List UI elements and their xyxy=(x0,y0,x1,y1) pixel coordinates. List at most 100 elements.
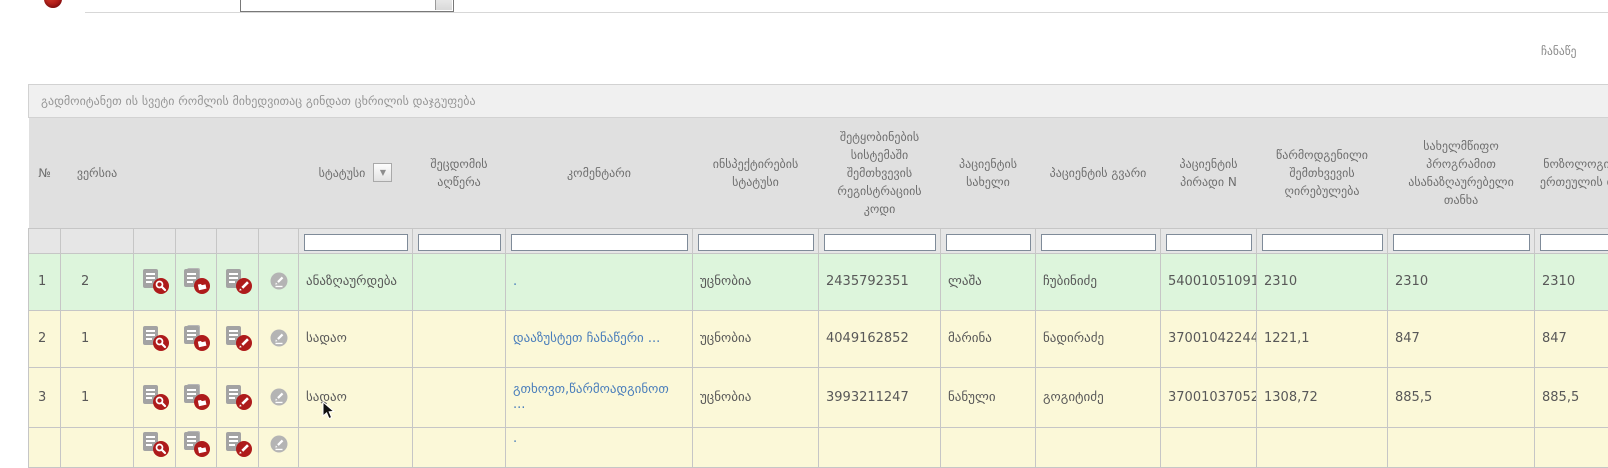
document-edit-icon xyxy=(223,268,253,295)
view-details-button[interactable] xyxy=(134,427,176,467)
cell-num: 2 xyxy=(29,310,61,367)
cell-comment: გთხოვთ,წარმოადგინოთ ... xyxy=(506,367,693,427)
cell-state-amount xyxy=(1388,427,1535,467)
grouping-drop-zone[interactable]: გადმოიტანეთ ის სვეტი რომლის მიხედვითაც გ… xyxy=(28,84,1608,118)
cell-comment: . xyxy=(506,427,693,467)
document-versions-icon xyxy=(181,384,211,411)
edit-disabled-icon xyxy=(264,325,294,352)
cell-unit-price: 885,5 xyxy=(1535,367,1608,427)
comment-link[interactable]: გთხოვთ,წარმოადგინოთ ... xyxy=(513,382,669,412)
cell-inspection-status xyxy=(693,427,819,467)
cell-registration-code: 4049162852 xyxy=(819,310,941,367)
filter-registration-code-input[interactable] xyxy=(824,234,936,251)
cases-table: № ვერსია სტატუსი ▼ შეცდომის აღწერა კომენ… xyxy=(28,118,1608,468)
filter-state-amount-input[interactable] xyxy=(1393,234,1530,251)
cell-version: 2 xyxy=(61,253,134,310)
cell-version: 1 xyxy=(61,367,134,427)
filter-error-description-input[interactable] xyxy=(418,234,501,251)
document-edit-icon xyxy=(223,325,253,352)
cell-error-description xyxy=(413,427,506,467)
cell-case-value xyxy=(1257,427,1388,467)
cell-registration-code: 2435792351 xyxy=(819,253,941,310)
col-header-num[interactable]: № xyxy=(29,118,61,228)
col-header-action4 xyxy=(259,118,299,228)
cell-case-value: 1308,72 xyxy=(1257,367,1388,427)
document-versions-icon xyxy=(181,268,211,295)
table-row: 2 1 xyxy=(29,310,1608,367)
top-combobox[interactable] xyxy=(240,0,454,12)
col-header-comment[interactable]: კომენტარი xyxy=(506,118,693,228)
filter-last-name-input[interactable] xyxy=(1041,234,1156,251)
comment-link[interactable]: . xyxy=(513,274,517,289)
col-header-action1 xyxy=(134,118,176,228)
table-row: 3 1 xyxy=(29,367,1608,427)
cell-status xyxy=(299,427,413,467)
document-versions-icon xyxy=(181,431,211,458)
col-header-error-description[interactable]: შეცდომის აღწერა xyxy=(413,118,506,228)
document-search-icon xyxy=(140,431,170,458)
edit-disabled-button xyxy=(259,310,299,367)
filter-first-name-input[interactable] xyxy=(946,234,1031,251)
cell-state-amount: 847 xyxy=(1388,310,1535,367)
cell-last-name xyxy=(1036,427,1161,467)
cell-comment: . xyxy=(506,253,693,310)
table-row: . xyxy=(29,427,1608,467)
versions-button[interactable] xyxy=(176,427,217,467)
edit-button[interactable] xyxy=(217,253,259,310)
edit-button[interactable] xyxy=(217,367,259,427)
cell-status: სადაო xyxy=(299,367,413,427)
document-edit-icon xyxy=(223,384,253,411)
cell-comment: დააზუსტეთ ჩანაწერი ... xyxy=(506,310,693,367)
col-header-version[interactable]: ვერსია xyxy=(61,118,134,228)
versions-button[interactable] xyxy=(176,367,217,427)
filter-status-input[interactable] xyxy=(304,234,408,251)
cell-inspection-status: უცნობია xyxy=(693,367,819,427)
filter-comment-input[interactable] xyxy=(511,234,688,251)
status-header-label: სტატუსი xyxy=(319,164,366,182)
edit-disabled-button xyxy=(259,253,299,310)
comment-link[interactable]: . xyxy=(513,431,517,446)
col-header-case-value[interactable]: წარმოდგენილი შემთხვევის ღირებულება xyxy=(1257,118,1388,228)
cell-num: 3 xyxy=(29,367,61,427)
view-details-button[interactable] xyxy=(134,310,176,367)
document-search-icon xyxy=(140,384,170,411)
cell-num xyxy=(29,427,61,467)
cell-registration-code xyxy=(819,427,941,467)
col-header-last-name[interactable]: პაციენტის გვარი xyxy=(1036,118,1161,228)
col-header-first-name[interactable]: პაციენტის სახელი xyxy=(941,118,1036,228)
filter-unit-price-input[interactable] xyxy=(1540,234,1608,251)
document-search-icon xyxy=(140,325,170,352)
versions-button[interactable] xyxy=(176,310,217,367)
table-header-row: № ვერსია სტატუსი ▼ შეცდომის აღწერა კომენ… xyxy=(29,118,1608,228)
comment-link[interactable]: დააზუსტეთ ჩანაწერი ... xyxy=(513,331,660,346)
cell-status: სადაო xyxy=(299,310,413,367)
filter-case-value-input[interactable] xyxy=(1262,234,1383,251)
cell-personal-n: 37001037052 xyxy=(1161,367,1257,427)
view-details-button[interactable] xyxy=(134,253,176,310)
col-header-state-amount[interactable]: სახელმწიფო პროგრამით ასანაზღაურებელი თან… xyxy=(1388,118,1535,228)
cell-inspection-status: უცნობია xyxy=(693,310,819,367)
col-header-status[interactable]: სტატუსი ▼ xyxy=(299,118,413,228)
document-edit-icon xyxy=(223,431,253,458)
col-header-registration-code[interactable]: შეტყობინების სისტემაში შემთხვევის რეგისტ… xyxy=(819,118,941,228)
edit-disabled-icon xyxy=(264,268,294,295)
edit-button[interactable] xyxy=(217,310,259,367)
versions-button[interactable] xyxy=(176,253,217,310)
col-header-inspection-status[interactable]: ინსპექტირების სტატუსი xyxy=(693,118,819,228)
view-details-button[interactable] xyxy=(134,367,176,427)
edit-button[interactable] xyxy=(217,427,259,467)
cell-error-description xyxy=(413,367,506,427)
cell-state-amount: 2310 xyxy=(1388,253,1535,310)
col-header-unit-price[interactable]: ნოზოლოგიური ერთეულის ფასი xyxy=(1535,118,1608,228)
combobox-dropdown-button[interactable] xyxy=(435,0,452,10)
filter-personal-n-input[interactable] xyxy=(1166,234,1252,251)
document-versions-icon xyxy=(181,325,211,352)
cell-num: 1 xyxy=(29,253,61,310)
status-filter-dropdown-button[interactable]: ▼ xyxy=(373,163,392,182)
panel-divider xyxy=(85,12,1608,13)
cell-case-value: 2310 xyxy=(1257,253,1388,310)
cell-state-amount: 885,5 xyxy=(1388,367,1535,427)
edit-disabled-button xyxy=(259,367,299,427)
filter-inspection-status-input[interactable] xyxy=(698,234,814,251)
col-header-personal-n[interactable]: პაციენტის პირადი N xyxy=(1161,118,1257,228)
